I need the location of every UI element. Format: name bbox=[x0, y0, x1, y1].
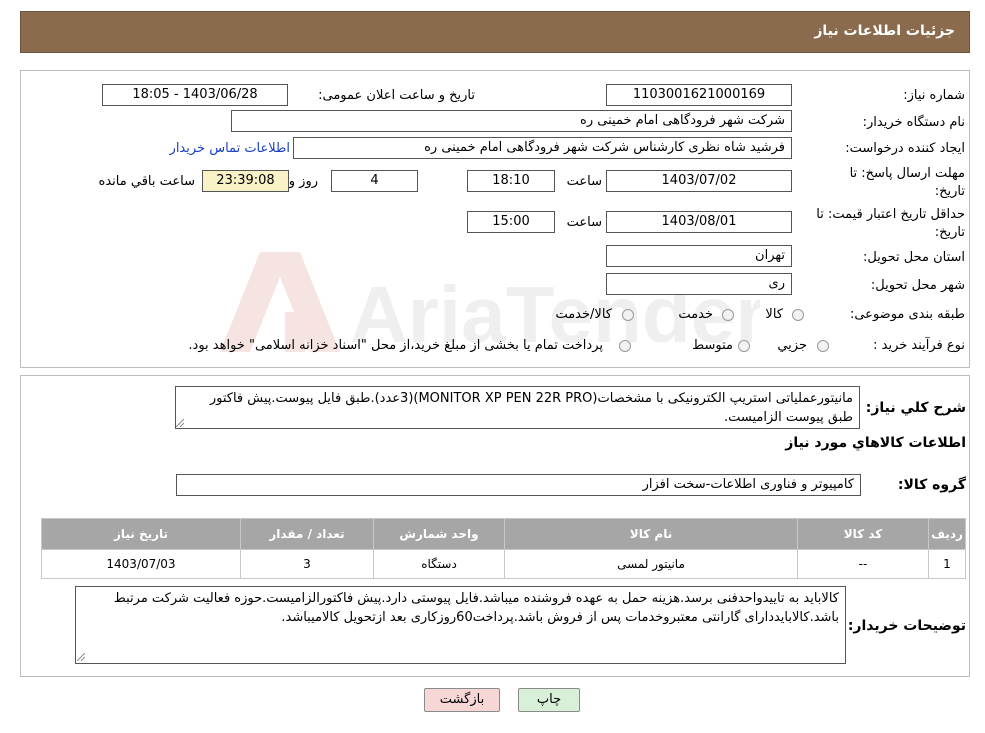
category-service-label: خدمت bbox=[678, 307, 713, 322]
process-note: پرداخت تمام یا بخشی از مبلغ خرید،از محل … bbox=[188, 338, 603, 353]
category-goods-service-label: کالا/خدمت bbox=[555, 307, 612, 322]
resize-grip-icon[interactable] bbox=[77, 653, 85, 661]
col-name-header: نام کالا bbox=[504, 518, 798, 550]
deadline-label-date: تاریخ: bbox=[934, 184, 965, 199]
deadline-date-field: 1403/07/02 bbox=[606, 170, 792, 192]
process-medium-radio[interactable] bbox=[738, 340, 750, 352]
col-unit-header: واحد شمارش bbox=[373, 518, 505, 550]
category-goods-label: کالا bbox=[765, 307, 783, 322]
print-button[interactable]: چاپ bbox=[518, 688, 580, 712]
category-goods-service-radio[interactable] bbox=[622, 309, 634, 321]
goods-table-header: رديف کد کالا نام کالا واحد شمارش تعداد /… bbox=[41, 518, 966, 550]
goods-section-title: اطلاعات کالاهاي مورد نياز bbox=[785, 435, 966, 451]
col-date-header: تاریخ نیاز bbox=[41, 518, 241, 550]
creator-field: فرشید شاه نظری کارشناس شرکت شهر فرودگاهی… bbox=[293, 137, 792, 159]
validity-time-label: ساعت bbox=[566, 215, 602, 230]
goods-table: رديف کد کالا نام کالا واحد شمارش تعداد /… bbox=[41, 518, 966, 579]
process-minor-radio[interactable] bbox=[817, 340, 829, 352]
description-label: شرح کلي نياز: bbox=[865, 400, 966, 416]
cell-row: 1 bbox=[928, 549, 966, 579]
creator-label: ایجاد کننده درخواست: bbox=[845, 141, 965, 156]
description-textarea: مانیتورعملیاتی استریپ الکترونیکی با مشخص… bbox=[175, 386, 860, 429]
process-minor-label: جزيي bbox=[777, 338, 807, 353]
goods-group-field: کامپیوتر و فناوری اطلاعات-سخت افزار bbox=[176, 474, 861, 496]
resize-grip-icon[interactable] bbox=[176, 419, 184, 427]
col-row-header: رديف bbox=[928, 518, 966, 550]
category-service-radio[interactable] bbox=[722, 309, 734, 321]
cell-name: مانیتور لمسی bbox=[504, 549, 798, 579]
cell-unit: دستگاه bbox=[373, 549, 505, 579]
price-validity-label: حداقل تاریخ اعتبار قیمت: تا bbox=[816, 207, 965, 222]
buyer-contact-link[interactable]: اطلاعات تماس خریدار bbox=[170, 141, 290, 156]
buyer-org-field: شرکت شهر فرودگاهی امام خمینی ره bbox=[231, 110, 792, 132]
deadline-time-label: ساعت bbox=[566, 174, 602, 189]
category-label: طبقه بندی موضوعی: bbox=[849, 307, 965, 322]
buyer-notes-textarea: کالاباید به تاییدواحدفنی برسد.هزینه حمل … bbox=[75, 586, 846, 664]
days-and-label: روز و bbox=[288, 174, 318, 189]
remaining-time-label: ساعت باقي مانده bbox=[98, 174, 195, 189]
deadline-time-field: 18:10 bbox=[467, 170, 555, 192]
page-title: جزئیات اطلاعات نیاز bbox=[814, 23, 955, 39]
process-medium-label: متوسط bbox=[692, 338, 733, 353]
table-row: 1 -- مانیتور لمسی دستگاه 3 1403/07/03 bbox=[41, 549, 966, 579]
validity-time-field: 15:00 bbox=[467, 211, 555, 233]
cell-date: 1403/07/03 bbox=[41, 549, 241, 579]
buyer-notes-label: توضیحات خریدار: bbox=[847, 618, 966, 634]
treasury-checkbox[interactable] bbox=[619, 340, 631, 352]
col-code-header: کد کالا bbox=[797, 518, 929, 550]
buyer-org-label: نام دستگاه خریدار: bbox=[862, 115, 965, 130]
city-field: ری bbox=[606, 273, 792, 295]
price-validity-label-date: تاریخ: bbox=[934, 225, 965, 240]
page-header: جزئیات اطلاعات نیاز bbox=[20, 11, 970, 53]
goods-group-label: گروه کالا: bbox=[897, 477, 966, 493]
description-text: مانیتورعملیاتی استریپ الکترونیکی با مشخص… bbox=[209, 391, 853, 425]
cell-code: -- bbox=[797, 549, 929, 579]
city-label: شهر محل تحویل: bbox=[870, 278, 965, 293]
validity-date-field: 1403/08/01 bbox=[606, 211, 792, 233]
need-number-label: شماره نیاز: bbox=[903, 88, 965, 103]
remaining-time-field: 23:39:08 bbox=[202, 170, 289, 192]
buyer-notes-text: کالاباید به تاییدواحدفنی برسد.هزینه حمل … bbox=[113, 591, 839, 625]
province-field: تهران bbox=[606, 245, 792, 267]
cell-qty: 3 bbox=[240, 549, 374, 579]
back-button[interactable]: بازگشت bbox=[424, 688, 500, 712]
announce-datetime-label: تاریخ و ساعت اعلان عمومی: bbox=[318, 88, 475, 103]
province-label: استان محل تحویل: bbox=[863, 250, 965, 265]
days-remaining-field: 4 bbox=[331, 170, 418, 192]
need-number-field: 1103001621000169 bbox=[606, 84, 792, 106]
deadline-label: مهلت ارسال پاسخ: تا bbox=[849, 166, 965, 181]
col-qty-header: تعداد / مقدار bbox=[240, 518, 374, 550]
category-goods-radio[interactable] bbox=[792, 309, 804, 321]
process-type-label: نوع فرآیند خرید : bbox=[873, 338, 965, 353]
announce-datetime-field: 1403/06/28 - 18:05 bbox=[102, 84, 288, 106]
